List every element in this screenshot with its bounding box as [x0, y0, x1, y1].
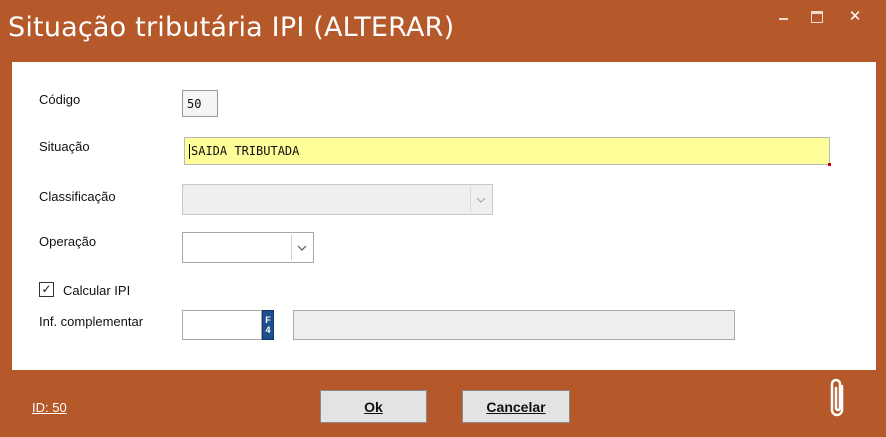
form-panel: Código 50 Situação SAIDA TRIBUTADA Class…: [12, 62, 876, 370]
situacao-value: SAIDA TRIBUTADA: [191, 144, 300, 158]
calcular-ipi-label: Calcular IPI: [63, 283, 131, 298]
inf-complementar-code-field[interactable]: [182, 310, 262, 340]
record-id-link[interactable]: ID: 50: [32, 400, 67, 415]
required-marker: [828, 163, 831, 166]
window-title: Situação tributária IPI (ALTERAR): [8, 12, 455, 43]
chevron-down-icon[interactable]: [470, 187, 490, 212]
situacao-field[interactable]: SAIDA TRIBUTADA: [184, 137, 831, 166]
minimize-button[interactable]: [772, 8, 794, 26]
close-button[interactable]: ✕: [840, 8, 870, 26]
chevron-down-icon[interactable]: [291, 235, 311, 260]
paperclip-icon[interactable]: [826, 376, 850, 420]
classificacao-label: Classificação: [39, 189, 116, 204]
f4-label: F4: [263, 315, 273, 335]
maximize-button[interactable]: [806, 8, 828, 26]
ok-button[interactable]: Ok: [320, 390, 427, 423]
calcular-ipi-checkbox[interactable]: ✓: [39, 282, 54, 297]
codigo-label: Código: [39, 92, 81, 107]
operacao-label: Operação: [39, 234, 97, 249]
f4-lookup-button[interactable]: F4: [262, 310, 274, 340]
window: Situação tributária IPI (ALTERAR) ✕ Códi…: [0, 0, 886, 437]
inf-complementar-description-field: [293, 310, 735, 340]
situacao-label: Situação: [39, 139, 90, 154]
operacao-select[interactable]: [182, 232, 314, 263]
inf-complementar-label: Inf. complementar: [39, 314, 144, 329]
codigo-field[interactable]: 50: [182, 90, 218, 117]
cancel-button[interactable]: Cancelar: [462, 390, 570, 423]
text-cursor: [189, 143, 190, 159]
classificacao-select[interactable]: [182, 184, 493, 215]
